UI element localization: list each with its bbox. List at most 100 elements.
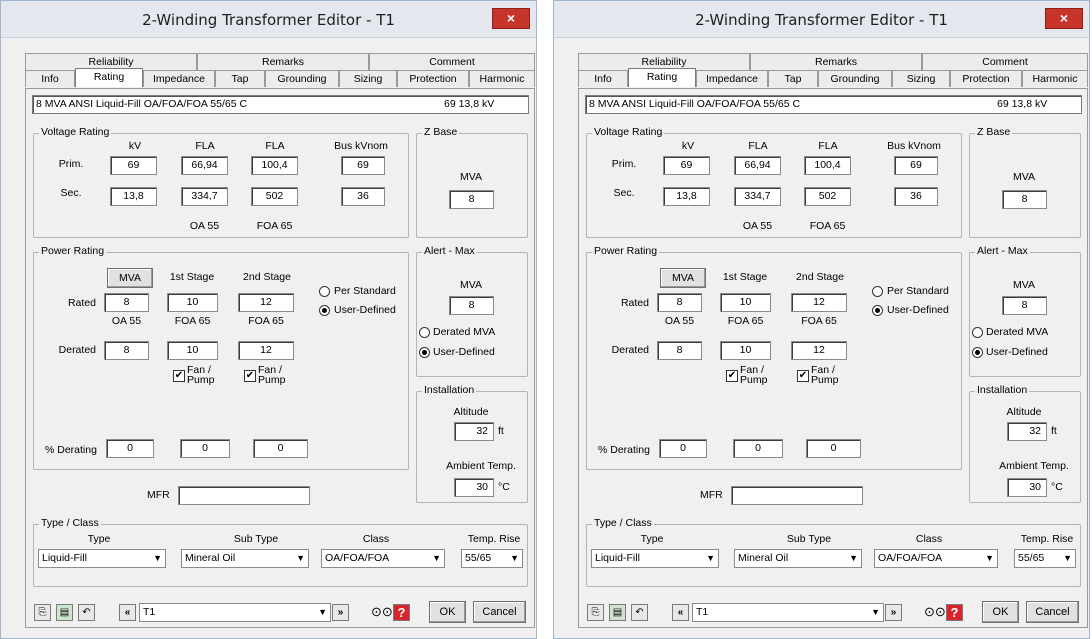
tab-protection[interactable]: Protection <box>950 70 1022 87</box>
prim-bus-field[interactable]: 69 <box>894 156 938 175</box>
derated-stage1-field[interactable]: 10 <box>167 341 218 360</box>
z-base-mva-field[interactable]: 8 <box>1002 190 1047 209</box>
fan-pump-checkbox-1[interactable]: ✔ <box>173 370 185 382</box>
temprise-select[interactable]: 55/65 ▼ <box>461 549 523 568</box>
sec-fla2-field[interactable]: 502 <box>804 187 851 206</box>
element-nav-select[interactable]: T1 ▼ <box>139 603 331 622</box>
tab-rating[interactable]: Rating <box>75 68 143 87</box>
prim-fla2-field[interactable]: 100,4 <box>804 156 851 175</box>
ambient-temp-field[interactable]: 30 <box>1007 478 1047 497</box>
subtype-select[interactable]: Mineral Oil ▼ <box>181 549 309 568</box>
temprise-select[interactable]: 55/65 ▼ <box>1014 549 1076 568</box>
pct-derating-field-2[interactable]: 0 <box>733 439 783 458</box>
user-defined-radio[interactable] <box>872 305 883 316</box>
tab-comment[interactable]: Comment <box>369 53 535 70</box>
type-select[interactable]: Liquid-Fill ▼ <box>591 549 719 568</box>
mva-unit-button[interactable]: MVA <box>107 268 153 288</box>
derated-mva-radio[interactable] <box>972 327 983 338</box>
rated-mva-field[interactable]: 8 <box>657 293 702 312</box>
prim-fla2-field[interactable]: 100,4 <box>251 156 298 175</box>
sec-fla2-field[interactable]: 502 <box>251 187 298 206</box>
tab-sizing[interactable]: Sizing <box>339 70 397 87</box>
sec-kv-field[interactable]: 13,8 <box>663 187 710 206</box>
z-base-mva-field[interactable]: 8 <box>449 190 494 209</box>
prim-bus-field[interactable]: 69 <box>341 156 385 175</box>
subtype-select[interactable]: Mineral Oil ▼ <box>734 549 862 568</box>
tab-info[interactable]: Info <box>25 70 75 87</box>
paste-icon[interactable]: ▤ <box>56 604 73 621</box>
per-standard-radio[interactable] <box>872 286 883 297</box>
per-standard-radio[interactable] <box>319 286 330 297</box>
sec-kv-field[interactable]: 13,8 <box>110 187 157 206</box>
rated-stage1-field[interactable]: 10 <box>167 293 218 312</box>
previous-icon[interactable]: « <box>119 604 136 621</box>
element-nav-select[interactable]: T1 ▼ <box>692 603 884 622</box>
copy-icon[interactable]: ⎘ <box>34 604 51 621</box>
mfr-field[interactable] <box>731 486 863 505</box>
derated-mva-field[interactable]: 8 <box>657 341 702 360</box>
tab-comment[interactable]: Comment <box>922 53 1088 70</box>
tab-sizing[interactable]: Sizing <box>892 70 950 87</box>
tab-remarks[interactable]: Remarks <box>750 53 922 70</box>
pct-derating-field-1[interactable]: 0 <box>659 439 707 458</box>
altitude-field[interactable]: 32 <box>454 422 494 441</box>
tab-harmonic[interactable]: Harmonic <box>469 70 535 87</box>
alert-mva-field[interactable]: 8 <box>1002 296 1047 315</box>
cancel-button[interactable]: Cancel <box>1026 601 1079 623</box>
tab-impedance[interactable]: Impedance <box>696 70 768 87</box>
type-select[interactable]: Liquid-Fill ▼ <box>38 549 166 568</box>
paste-icon[interactable]: ▤ <box>609 604 626 621</box>
tab-grounding[interactable]: Grounding <box>265 70 339 87</box>
sec-fla1-field[interactable]: 334,7 <box>734 187 781 206</box>
close-button[interactable]: × <box>492 8 530 29</box>
derated-mva-radio[interactable] <box>419 327 430 338</box>
tab-tap[interactable]: Tap <box>768 70 818 87</box>
sec-bus-field[interactable]: 36 <box>341 187 385 206</box>
pct-derating-field-3[interactable]: 0 <box>253 439 308 458</box>
binoculars-icon[interactable]: ⊙⊙ <box>924 604 946 621</box>
fan-pump-checkbox-2[interactable]: ✔ <box>797 370 809 382</box>
rated-stage1-field[interactable]: 10 <box>720 293 771 312</box>
alert-mva-field[interactable]: 8 <box>449 296 494 315</box>
prim-kv-field[interactable]: 69 <box>110 156 157 175</box>
tab-grounding[interactable]: Grounding <box>818 70 892 87</box>
mfr-field[interactable] <box>178 486 310 505</box>
close-button[interactable]: × <box>1045 8 1083 29</box>
sec-bus-field[interactable]: 36 <box>894 187 938 206</box>
tab-tap[interactable]: Tap <box>215 70 265 87</box>
rated-mva-field[interactable]: 8 <box>104 293 149 312</box>
next-icon[interactable]: » <box>885 604 902 621</box>
previous-icon[interactable]: « <box>672 604 689 621</box>
help-icon[interactable]: ? <box>393 604 410 621</box>
cancel-button[interactable]: Cancel <box>473 601 526 623</box>
ok-button[interactable]: OK <box>982 601 1019 623</box>
fan-pump-checkbox-1[interactable]: ✔ <box>726 370 738 382</box>
alert-user-defined-radio[interactable] <box>419 347 430 358</box>
tab-info[interactable]: Info <box>578 70 628 87</box>
tab-rating[interactable]: Rating <box>628 68 696 87</box>
fan-pump-checkbox-2[interactable]: ✔ <box>244 370 256 382</box>
derated-mva-field[interactable]: 8 <box>104 341 149 360</box>
derated-stage1-field[interactable]: 10 <box>720 341 771 360</box>
mva-unit-button[interactable]: MVA <box>660 268 706 288</box>
alert-user-defined-radio[interactable] <box>972 347 983 358</box>
class-select[interactable]: OA/FOA/FOA ▼ <box>321 549 445 568</box>
prim-kv-field[interactable]: 69 <box>663 156 710 175</box>
ambient-temp-field[interactable]: 30 <box>454 478 494 497</box>
prim-fla1-field[interactable]: 66,94 <box>734 156 781 175</box>
tab-remarks[interactable]: Remarks <box>197 53 369 70</box>
undo-icon[interactable]: ↶ <box>631 604 648 621</box>
undo-icon[interactable]: ↶ <box>78 604 95 621</box>
rated-stage2-field[interactable]: 12 <box>238 293 294 312</box>
derated-stage2-field[interactable]: 12 <box>791 341 847 360</box>
rated-stage2-field[interactable]: 12 <box>791 293 847 312</box>
sec-fla1-field[interactable]: 334,7 <box>181 187 228 206</box>
pct-derating-field-3[interactable]: 0 <box>806 439 861 458</box>
altitude-field[interactable]: 32 <box>1007 422 1047 441</box>
user-defined-radio[interactable] <box>319 305 330 316</box>
tab-protection[interactable]: Protection <box>397 70 469 87</box>
pct-derating-field-1[interactable]: 0 <box>106 439 154 458</box>
pct-derating-field-2[interactable]: 0 <box>180 439 230 458</box>
tab-harmonic[interactable]: Harmonic <box>1022 70 1088 87</box>
binoculars-icon[interactable]: ⊙⊙ <box>371 604 393 621</box>
